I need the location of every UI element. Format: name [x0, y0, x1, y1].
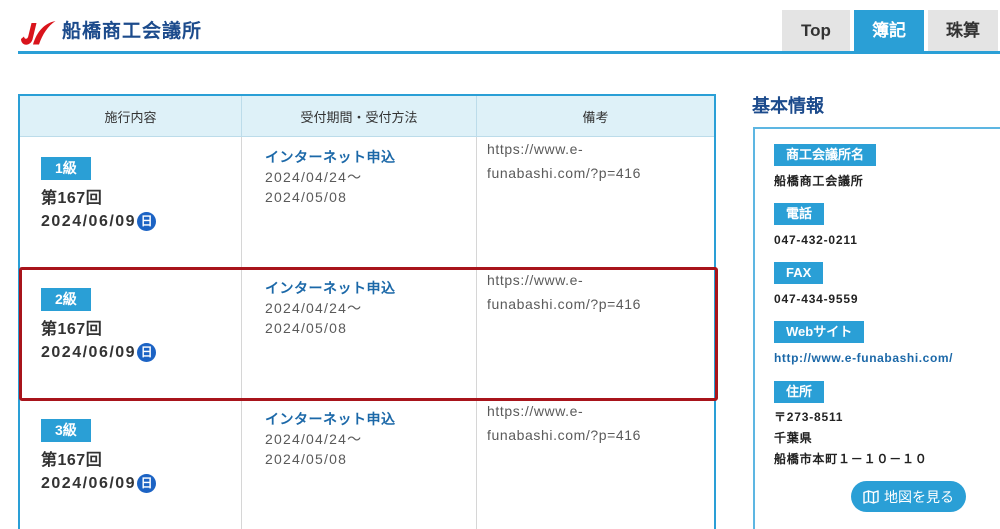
exam-session: 第167回: [41, 321, 103, 338]
tab-abacus[interactable]: 珠算: [928, 10, 998, 51]
table-row: 1級 第167回 2024/06/09 日 インターネット申込 2024/04/2…: [20, 137, 714, 268]
map-button-label: 地図を見る: [884, 488, 954, 505]
exam-date-line: 2024/06/09 日: [41, 474, 157, 494]
exam-date-line: 2024/06/09 日: [41, 212, 157, 232]
note-url: https://www.e-funabashi.com/?p=416: [487, 403, 642, 443]
header-divider: [18, 51, 1000, 54]
grade-badge: 1級: [41, 157, 91, 180]
application-method-link[interactable]: インターネット申込: [265, 409, 396, 429]
address-street: 船橋市本町１－１０－１０: [774, 452, 928, 466]
grade-badge: 2級: [41, 288, 91, 311]
application-method-link[interactable]: インターネット申込: [265, 278, 396, 298]
info-label: 商工会議所名: [774, 144, 877, 166]
info-label: Webサイト: [774, 321, 865, 343]
website-link[interactable]: http://www.e-funabashi.com/: [774, 348, 953, 368]
map-icon: [863, 489, 879, 504]
weekday-badge: 日: [137, 343, 157, 362]
period-end: 2024/05/08: [265, 189, 348, 205]
tab-bookkeeping[interactable]: 簿記: [854, 10, 924, 51]
info-phone: 電話 047-432-0211: [774, 203, 858, 250]
logo-icon: [18, 17, 56, 47]
info-label: 住所: [774, 381, 825, 403]
column-header-details: 施行内容: [20, 96, 242, 136]
period-end: 2024/05/08: [265, 451, 348, 467]
tab-top[interactable]: Top: [782, 10, 850, 51]
cell-note: https://www.e-funabashi.com/?p=416: [477, 268, 714, 398]
top-tabs: Top 簿記 珠算: [782, 10, 998, 51]
exam-date: 2024/06/09: [41, 213, 137, 230]
site-name: 船橋商工会議所: [62, 21, 203, 42]
cell-exam-details: 3級 第167回 2024/06/09 日: [20, 399, 242, 529]
view-map-button[interactable]: 地図を見る: [851, 481, 966, 512]
site-logo-link[interactable]: 船橋商工会議所: [18, 16, 202, 48]
info-value: 船橋商工会議所: [774, 174, 864, 188]
table-row: 3級 第167回 2024/06/09 日 インターネット申込 2024/04/2…: [20, 399, 714, 529]
cell-note: https://www.e-funabashi.com/?p=416: [477, 399, 714, 529]
cell-application: インターネット申込 2024/04/24～ 2024/05/08: [242, 268, 477, 398]
period-start: 2024/04/24～: [265, 300, 363, 316]
table-header-row: 施行内容 受付期間・受付方法 備考: [20, 96, 714, 137]
cell-application: インターネット申込 2024/04/24～ 2024/05/08: [242, 137, 477, 267]
cell-exam-details: 2級 第167回 2024/06/09 日: [20, 268, 242, 398]
application-method-link[interactable]: インターネット申込: [265, 147, 396, 167]
exam-date: 2024/06/09: [41, 475, 137, 492]
weekday-badge: 日: [137, 212, 157, 231]
cell-note: https://www.e-funabashi.com/?p=416: [477, 137, 714, 267]
column-header-notes: 備考: [582, 109, 609, 125]
note-url: https://www.e-funabashi.com/?p=416: [487, 141, 642, 181]
period-start: 2024/04/24～: [265, 169, 363, 185]
info-address: 住所 〒273-8511 千葉県 船橋市本町１－１０－１０: [774, 381, 928, 470]
info-website: Webサイト http://www.e-funabashi.com/: [774, 321, 953, 368]
exam-date-line: 2024/06/09 日: [41, 343, 157, 363]
address-prefecture: 千葉県: [774, 431, 813, 445]
table-row: 2級 第167回 2024/06/09 日 インターネット申込 2024/04/2…: [20, 268, 714, 399]
cell-exam-details: 1級 第167回 2024/06/09 日: [20, 137, 242, 267]
info-fax: FAX 047-434-9559: [774, 262, 858, 309]
info-label: 電話: [774, 203, 825, 225]
weekday-badge: 日: [137, 474, 157, 493]
info-label: FAX: [774, 262, 824, 284]
fax-number: 047-434-9559: [774, 292, 859, 306]
note-url: https://www.e-funabashi.com/?p=416: [487, 272, 642, 312]
exam-session: 第167回: [41, 190, 103, 207]
grade-badge: 3級: [41, 419, 91, 442]
basic-info-box: 商工会議所名 船橋商工会議所 電話 047-432-0211 FAX 047-4…: [753, 127, 1000, 529]
exam-schedule-table: 施行内容 受付期間・受付方法 備考 1級 第167回 2024/06/09 日 イ…: [18, 94, 716, 529]
cell-application: インターネット申込 2024/04/24～ 2024/05/08: [242, 399, 477, 529]
exam-session: 第167回: [41, 452, 103, 469]
postal-code: 〒273-8511: [774, 410, 844, 424]
column-header-application: 受付期間・受付方法: [242, 96, 477, 136]
info-org-name: 商工会議所名 船橋商工会議所: [774, 144, 877, 191]
phone-number: 047-432-0211: [774, 233, 858, 247]
sidebar-title: 基本情報: [752, 96, 824, 116]
period-end: 2024/05/08: [265, 320, 348, 336]
exam-date: 2024/06/09: [41, 344, 137, 361]
period-start: 2024/04/24～: [265, 431, 363, 447]
